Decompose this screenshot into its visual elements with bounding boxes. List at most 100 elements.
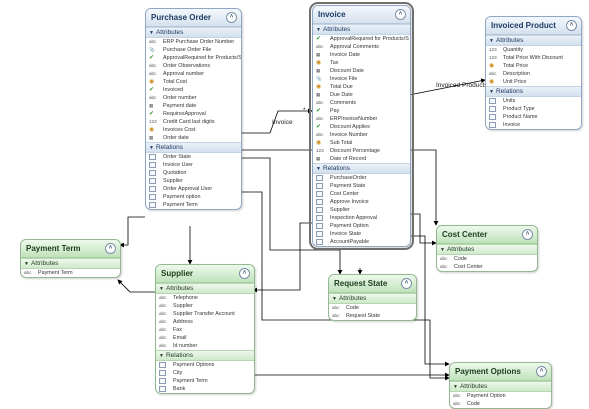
relation-row[interactable]: Payment option — [146, 193, 241, 201]
attribute-row[interactable]: abc Payment Option — [450, 392, 551, 400]
relation-row[interactable]: Product Type — [486, 105, 581, 113]
entity-payment-options[interactable]: Payment Options ˄ ▼ Attributes abc Payment Op… — [449, 362, 552, 409]
attributes-section-header[interactable]: ▼ Attributes — [21, 258, 120, 269]
attribute-row[interactable]: ▦ Due Date — [313, 91, 410, 99]
entity-title[interactable]: Invoiced Product ˄ — [486, 17, 581, 35]
relation-row[interactable]: Invoice — [486, 121, 581, 129]
relations-section-header[interactable]: ▼ Relations — [146, 142, 241, 153]
expand-triangle-icon[interactable]: ▼ — [332, 296, 337, 302]
attribute-row[interactable]: 📎 Invoice File — [313, 75, 410, 83]
attributes-section-header[interactable]: ▼ Attributes — [313, 24, 410, 35]
attribute-row[interactable]: 123 Credit Card last digits — [146, 118, 241, 126]
expand-triangle-icon[interactable]: ▼ — [489, 89, 494, 95]
relation-row[interactable]: Payment Term — [156, 377, 254, 385]
relation-row[interactable]: Supplier — [146, 177, 241, 185]
attribute-row[interactable]: abc Invoice Number — [313, 131, 410, 139]
attribute-row[interactable]: ◉ Tax — [313, 59, 410, 67]
expand-triangle-icon[interactable]: ▼ — [159, 286, 164, 292]
collapse-icon[interactable]: ˄ — [536, 366, 547, 377]
attribute-row[interactable]: ✔ Invoiced — [146, 86, 241, 94]
attribute-row[interactable]: abc Order Observations — [146, 62, 241, 70]
attribute-row[interactable]: ▦ Discount Date — [313, 67, 410, 75]
attribute-row[interactable]: ▦ Invoice Date — [313, 51, 410, 59]
relation-row[interactable]: Inspection Approval — [313, 214, 410, 222]
relation-row[interactable]: City — [156, 369, 254, 377]
attribute-row[interactable]: abc Comments — [313, 99, 410, 107]
attributes-section-header[interactable]: ▼ Attributes — [329, 293, 416, 304]
relation-row[interactable]: Supplier — [313, 206, 410, 214]
attributes-section-header[interactable]: ▼ Attributes — [450, 381, 551, 392]
entity-payment-term[interactable]: Payment Term ˄ ▼ Attributes abc Payment Term — [20, 239, 121, 278]
collapse-icon[interactable]: ˄ — [226, 12, 237, 23]
entity-title[interactable]: Supplier ˄ — [156, 265, 254, 283]
relation-row[interactable]: Quotation — [146, 169, 241, 177]
entity-invoice[interactable]: Invoice ˄ ▼ Attributes ✔ ApprovalRequired for… — [309, 2, 414, 250]
entity-request-state[interactable]: Request State ˄ ▼ Attributes abc Code abc Reque… — [328, 274, 417, 321]
relation-row[interactable]: Product Name — [486, 113, 581, 121]
attribute-row[interactable]: ✔ Discount Applies — [313, 123, 410, 131]
attribute-row[interactable]: abc Request State — [329, 312, 416, 320]
relation-row[interactable]: PurchaseOrder — [313, 174, 410, 182]
attribute-row[interactable]: ✔ Pay — [313, 107, 410, 115]
entity-title[interactable]: Cost Center ˄ — [437, 226, 537, 244]
expand-triangle-icon[interactable]: ▼ — [453, 384, 458, 390]
relation-row[interactable]: Approve Invoice — [313, 198, 410, 206]
relation-row[interactable]: Payment Options — [156, 361, 254, 369]
attribute-row[interactable]: ◉ Total Due — [313, 83, 410, 91]
attributes-section-header[interactable]: ▼ Attributes — [146, 27, 241, 38]
relations-section-header[interactable]: ▼ Relations — [486, 86, 581, 97]
attribute-row[interactable]: ▦ Date of Record — [313, 155, 410, 163]
entity-title[interactable]: Request State ˄ — [329, 275, 416, 293]
collapse-icon[interactable]: ˄ — [395, 9, 406, 20]
attribute-row[interactable]: abc Order number — [146, 94, 241, 102]
relation-row[interactable]: Units — [486, 97, 581, 105]
edge-po-to-payment-term[interactable] — [119, 216, 145, 248]
entity-supplier[interactable]: Supplier ˄ ▼ Attributes abc Telephone abc Suppl… — [155, 264, 255, 394]
entity-title[interactable]: Purchase Order ˄ — [146, 9, 241, 27]
attribute-row[interactable]: ◉ Total Price — [486, 62, 581, 70]
attribute-row[interactable]: ◉ Total Cost — [146, 78, 241, 86]
attribute-row[interactable]: abc ERP Purchase Order Number — [146, 38, 241, 46]
attribute-row[interactable]: 123 Discount Percentage — [313, 147, 410, 155]
relation-row[interactable]: Payment State — [313, 182, 410, 190]
attributes-section-header[interactable]: ▼ Attributes — [437, 244, 537, 255]
attribute-row[interactable]: ◉ Invoices Cost — [146, 126, 241, 134]
edge-supplier-to-payment-term[interactable] — [117, 279, 155, 293]
collapse-icon[interactable]: ˄ — [105, 243, 116, 254]
collapse-icon[interactable]: ˄ — [522, 229, 533, 240]
edge-invoice-to-cost-center[interactable] — [409, 213, 437, 246]
attribute-row[interactable]: abc Description — [486, 70, 581, 78]
collapse-icon[interactable]: ˄ — [566, 20, 577, 31]
relation-row[interactable]: Invoice User — [146, 161, 241, 169]
attribute-row[interactable]: abc Code — [437, 255, 537, 263]
expand-triangle-icon[interactable]: ▼ — [440, 247, 445, 253]
relation-row[interactable]: Cost Center — [313, 190, 410, 198]
relation-row[interactable]: Order Approval User — [146, 185, 241, 193]
attribute-row[interactable]: ◉ Unit Price — [486, 78, 581, 86]
attribute-row[interactable]: ◉ Sub Total — [313, 139, 410, 147]
relations-section-header[interactable]: ▼ Relations — [156, 350, 254, 361]
attribute-row[interactable]: abc Code — [450, 400, 551, 408]
relation-row[interactable]: Invoice State — [313, 230, 410, 238]
relations-section-header[interactable]: ▼ Relations — [313, 163, 410, 174]
attribute-row[interactable]: abc Cost Center — [437, 263, 537, 271]
attribute-row[interactable]: 123 Quantity — [486, 46, 581, 54]
entity-title[interactable]: Invoice ˄ — [313, 6, 410, 24]
attribute-row[interactable]: ✔ ApprovalRequired for Products/S — [313, 35, 410, 43]
entity-purchase-order[interactable]: Purchase Order ˄ ▼ Attributes abc ERP Purchas… — [145, 8, 242, 210]
relation-row[interactable]: Payment Option — [313, 222, 410, 230]
relation-row[interactable]: Payment Term — [146, 201, 241, 209]
attribute-row[interactable]: abc Approval number — [146, 70, 241, 78]
entity-invoiced-product[interactable]: Invoiced Product ˄ ▼ Attributes 123 Quantity 1… — [485, 16, 582, 130]
expand-triangle-icon[interactable]: ▼ — [159, 353, 164, 359]
attribute-row[interactable]: 📎 Purchase Order File — [146, 46, 241, 54]
expand-triangle-icon[interactable]: ▼ — [149, 145, 154, 151]
collapse-icon[interactable]: ˄ — [401, 278, 412, 289]
entity-title[interactable]: Payment Options ˄ — [450, 363, 551, 381]
attribute-row[interactable]: 123 Total Price With Discount — [486, 54, 581, 62]
attribute-row[interactable]: abc Payment Term — [21, 269, 120, 277]
expand-triangle-icon[interactable]: ▼ — [149, 30, 154, 36]
relation-row[interactable]: Order State — [146, 153, 241, 161]
attributes-section-header[interactable]: ▼ Attributes — [156, 283, 254, 294]
attribute-row[interactable]: ✔ ApprovalRequired for Products/S — [146, 54, 241, 62]
